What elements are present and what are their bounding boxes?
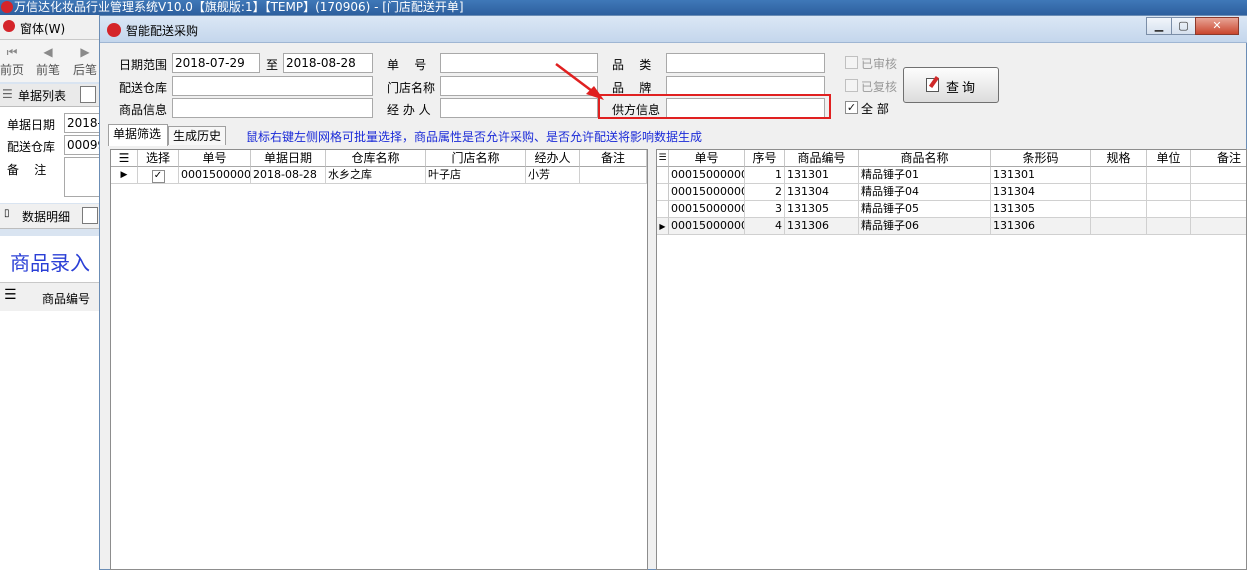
dialog-logo-icon xyxy=(107,23,121,37)
maximize-button[interactable]: ▢ xyxy=(1171,17,1196,35)
close-icon: ✕ xyxy=(1212,19,1222,32)
grid-menu-icon[interactable]: ☰ xyxy=(4,287,17,303)
col-r-barcode[interactable]: 条形码 xyxy=(991,150,1091,167)
col-doc-date[interactable]: 单据日期 xyxy=(251,150,326,167)
main-menu-bar: 窗体(W) xyxy=(0,15,100,40)
main-form: 单据日期 2018- 配送仓库 00099 备 注 xyxy=(0,107,104,203)
col-handler[interactable]: 经办人 xyxy=(526,150,580,167)
audited-checkbox[interactable] xyxy=(845,56,858,69)
col-order-no[interactable]: 单号 xyxy=(179,150,251,167)
close-button[interactable]: ✕ xyxy=(1195,17,1239,35)
main-grid-body xyxy=(0,311,100,570)
cell-warehouse: 水乡之库 xyxy=(326,167,426,184)
col-r-note[interactable]: 备注 xyxy=(1191,150,1246,167)
cell-store: 叶子店 xyxy=(426,167,526,184)
dialog-title-bar xyxy=(100,16,1247,43)
maximize-icon: ▢ xyxy=(1178,19,1189,32)
tab-generate-history[interactable]: 生成历史 xyxy=(168,126,226,145)
menu-logo-icon xyxy=(3,20,15,32)
right-grid-menu-icon[interactable]: ☰ xyxy=(657,150,669,167)
note-field[interactable] xyxy=(64,157,104,197)
cell-note xyxy=(580,167,647,184)
tab-document-filter[interactable]: 单据筛选 xyxy=(108,124,168,146)
next-arrow-icon: ▶ xyxy=(80,45,90,59)
first-arrow-icon: ⏮ xyxy=(6,45,18,59)
prev-arrow-icon: ◀ xyxy=(43,45,53,59)
supplier-highlight-box xyxy=(598,94,831,119)
product-entry-title: 商品录入 xyxy=(10,251,90,275)
col-r-code[interactable]: 商品编号 xyxy=(785,150,859,167)
warehouse-label: 配送仓库 xyxy=(7,140,56,154)
product-field[interactable] xyxy=(172,98,373,118)
category-label: 品 类 xyxy=(612,58,652,72)
detail-tabs: ▯ 数据明细 xyxy=(0,204,100,229)
rechecked-label: 已复核 xyxy=(861,80,898,94)
col-store[interactable]: 门店名称 xyxy=(426,150,526,167)
annotation-arrow-icon xyxy=(555,63,604,100)
to-label: 至 xyxy=(266,58,279,72)
dialog-title: 智能配送采购 xyxy=(126,24,199,38)
rechecked-checkbox[interactable] xyxy=(845,79,858,92)
col-r-name[interactable]: 商品名称 xyxy=(859,150,991,167)
minimize-button[interactable]: ▁ xyxy=(1146,17,1172,35)
main-tabs: ☰ 单据列表 xyxy=(0,84,100,107)
store-label: 门店名称 xyxy=(387,81,436,95)
main-title-bar: 万信达化妆品行业管理系统V10.0【旗舰版:1】【TEMP】(170906) -… xyxy=(0,0,1247,15)
edit-pencil-icon xyxy=(926,78,939,92)
row-indicator-icon: ▶ xyxy=(111,167,138,184)
left-grid-menu-icon[interactable]: ☰ xyxy=(111,150,138,167)
nav-toolbar: ⏮ 前页 ◀ 前笔 ▶ 后笔 xyxy=(0,40,100,82)
prev-record-button[interactable]: ◀ 前笔 xyxy=(33,43,63,78)
date-range-label: 日期范围 xyxy=(119,58,168,72)
warehouse-filter-label: 配送仓库 xyxy=(119,81,168,95)
all-label: 全 部 xyxy=(861,102,889,116)
date-from-field[interactable]: 2018-07-29 xyxy=(172,53,260,73)
row-indicator-icon: ▶ xyxy=(657,218,669,235)
audited-label: 已审核 xyxy=(861,57,898,71)
detail-tab-icon[interactable] xyxy=(82,207,98,224)
first-page-button[interactable]: ⏮ 前页 xyxy=(0,43,27,78)
cell-handler: 小芳 xyxy=(526,167,580,184)
main-window-title: 万信达化妆品行业管理系统V10.0【旗舰版:1】【TEMP】(170906) -… xyxy=(14,0,464,14)
all-checkbox[interactable]: ✓ xyxy=(845,101,858,114)
order-no-label: 单 号 xyxy=(387,58,427,72)
detail-page-icon: ▯ xyxy=(4,208,10,219)
date-to-field[interactable]: 2018-08-28 xyxy=(283,53,373,73)
warehouse-filter-field[interactable] xyxy=(172,76,373,96)
col-select[interactable]: 选择 xyxy=(138,150,179,167)
main-grid-header: ☰ 商品编号 xyxy=(0,282,100,312)
left-document-grid: ☰ 选择 单号 单据日期 仓库名称 门店名称 经办人 备注 ▶ ✓ 000150… xyxy=(110,149,648,570)
cell-doc-date: 2018-08-28 xyxy=(251,167,326,184)
menu-window[interactable]: 窗体(W) xyxy=(20,20,65,37)
brand-field[interactable] xyxy=(666,76,825,96)
list-icon: ☰ xyxy=(2,87,13,101)
tab-page-icon[interactable] xyxy=(80,86,96,103)
tab-document-list[interactable]: 单据列表 xyxy=(18,87,66,104)
handler-label: 经 办 人 xyxy=(387,103,431,117)
doc-date-field[interactable]: 2018- xyxy=(64,113,104,133)
col-warehouse[interactable]: 仓库名称 xyxy=(326,150,426,167)
right-detail-grid: ☰ 单号 序号 商品编号 商品名称 条形码 规格 单位 备注 000150000… xyxy=(656,149,1247,570)
minimize-icon: ▁ xyxy=(1154,19,1164,32)
query-button[interactable]: 查询 xyxy=(903,67,999,103)
col-r-spec[interactable]: 规格 xyxy=(1091,150,1147,167)
note-label: 备 注 xyxy=(7,163,47,177)
doc-date-label: 单据日期 xyxy=(7,118,56,132)
next-record-button[interactable]: ▶ 后笔 xyxy=(70,43,100,78)
category-field[interactable] xyxy=(666,53,825,73)
col-note[interactable]: 备注 xyxy=(580,150,647,167)
hint-text: 鼠标右键左侧网格可批量选择，商品属性是否允许采购、是否允许配送将影响数据生成 xyxy=(246,130,703,144)
col-r-order-no[interactable]: 单号 xyxy=(669,150,745,167)
tab-data-detail[interactable]: 数据明细 xyxy=(22,208,70,225)
col-product-code[interactable]: 商品编号 xyxy=(42,290,90,307)
row-select-checkbox[interactable]: ✓ xyxy=(138,167,179,184)
col-r-unit[interactable]: 单位 xyxy=(1147,150,1191,167)
cell-order-no: 00015000000 xyxy=(179,167,251,184)
product-label: 商品信息 xyxy=(119,103,168,117)
col-r-seq[interactable]: 序号 xyxy=(745,150,785,167)
warehouse-field[interactable]: 00099 xyxy=(64,135,104,155)
app-logo-icon xyxy=(1,1,13,13)
